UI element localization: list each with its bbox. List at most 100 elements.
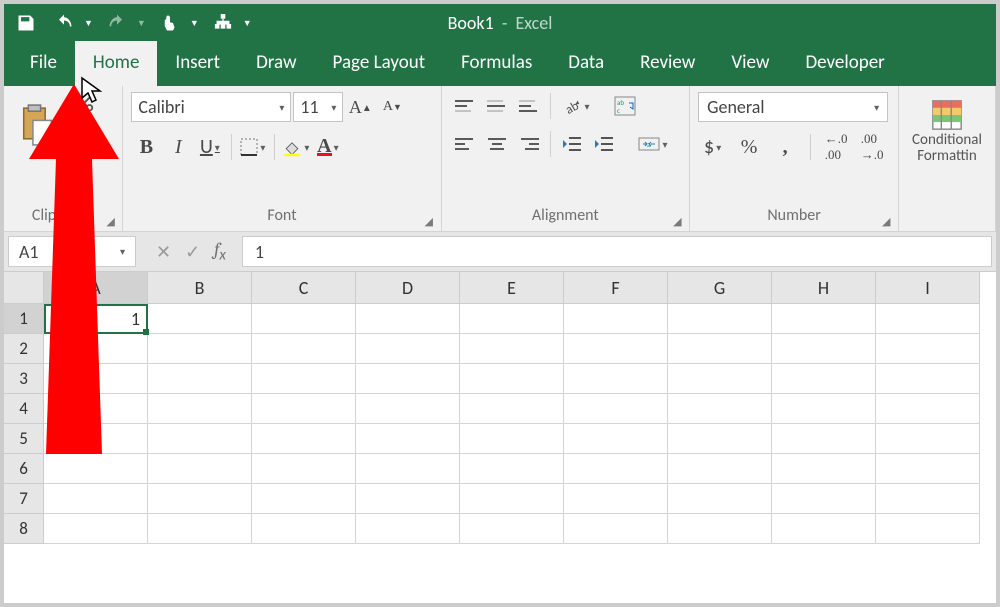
- cell[interactable]: [356, 514, 460, 544]
- cell[interactable]: [460, 304, 564, 334]
- tab-formulas[interactable]: Formulas: [443, 41, 550, 86]
- cell[interactable]: [564, 304, 668, 334]
- cell[interactable]: [44, 424, 148, 454]
- column-header-A[interactable]: A: [44, 272, 148, 304]
- save-button[interactable]: [12, 9, 40, 37]
- cell[interactable]: [772, 334, 876, 364]
- cell[interactable]: [252, 424, 356, 454]
- increase-font-button[interactable]: A▲: [345, 92, 375, 122]
- undo-dropdown[interactable]: ▼: [84, 18, 93, 29]
- column-header-B[interactable]: B: [148, 272, 252, 304]
- cell[interactable]: [876, 304, 980, 334]
- cell-A1[interactable]: 1: [44, 304, 148, 334]
- row-header-4[interactable]: 4: [4, 394, 44, 424]
- percent-format-button[interactable]: %: [734, 132, 764, 162]
- tab-home[interactable]: Home: [75, 41, 158, 86]
- row-header-3[interactable]: 3: [4, 364, 44, 394]
- decrease-indent-button[interactable]: [557, 131, 587, 157]
- bold-button[interactable]: B: [131, 132, 161, 162]
- row-header-1[interactable]: 1: [4, 304, 44, 334]
- column-header-I[interactable]: I: [876, 272, 980, 304]
- cell[interactable]: [252, 364, 356, 394]
- align-bottom-button[interactable]: [514, 92, 544, 120]
- cell[interactable]: [148, 364, 252, 394]
- cell[interactable]: [460, 454, 564, 484]
- cell[interactable]: [44, 514, 148, 544]
- column-header-H[interactable]: H: [772, 272, 876, 304]
- column-header-F[interactable]: F: [564, 272, 668, 304]
- cell[interactable]: [772, 424, 876, 454]
- select-all-corner[interactable]: [4, 272, 44, 304]
- cut-button[interactable]: [66, 92, 101, 118]
- paste-button[interactable]: ▾: [12, 92, 60, 170]
- tab-review[interactable]: Review: [622, 41, 713, 86]
- cell[interactable]: [772, 364, 876, 394]
- comma-format-button[interactable]: ,: [770, 132, 800, 162]
- cell[interactable]: [876, 514, 980, 544]
- cell[interactable]: [772, 484, 876, 514]
- cell[interactable]: [564, 334, 668, 364]
- increase-indent-button[interactable]: [589, 131, 619, 157]
- cell[interactable]: [356, 484, 460, 514]
- row-header-8[interactable]: 8: [4, 514, 44, 544]
- cell[interactable]: [356, 364, 460, 394]
- touch-mode-button[interactable]: [156, 9, 184, 37]
- number-dialog-launcher[interactable]: ◢: [882, 215, 896, 229]
- cell[interactable]: [876, 454, 980, 484]
- copy-button[interactable]: ▾: [66, 124, 101, 150]
- font-dialog-launcher[interactable]: ◢: [425, 215, 439, 229]
- cell[interactable]: [148, 304, 252, 334]
- cell[interactable]: [356, 304, 460, 334]
- cell[interactable]: [44, 364, 148, 394]
- font-size-select[interactable]: 11▾: [293, 92, 343, 122]
- cell[interactable]: [564, 484, 668, 514]
- tab-file[interactable]: File: [12, 41, 75, 86]
- format-painter-button[interactable]: [66, 156, 101, 182]
- align-center-button[interactable]: [482, 130, 512, 158]
- redo-button[interactable]: [103, 9, 131, 37]
- decrease-font-button[interactable]: A▼: [377, 92, 407, 122]
- alignment-dialog-launcher[interactable]: ◢: [673, 215, 687, 229]
- org-chart-button[interactable]: [209, 9, 237, 37]
- cell[interactable]: [460, 424, 564, 454]
- align-top-button[interactable]: [450, 92, 480, 120]
- qat-customize[interactable]: ▼: [243, 18, 252, 29]
- borders-button[interactable]: ▾: [238, 132, 268, 162]
- cell[interactable]: [668, 334, 772, 364]
- column-header-D[interactable]: D: [356, 272, 460, 304]
- cell[interactable]: [356, 334, 460, 364]
- cell[interactable]: [772, 304, 876, 334]
- cell[interactable]: [772, 514, 876, 544]
- cell[interactable]: [668, 514, 772, 544]
- touch-dropdown[interactable]: ▼: [190, 18, 199, 29]
- cell[interactable]: [44, 484, 148, 514]
- cell[interactable]: [460, 484, 564, 514]
- cell[interactable]: [460, 514, 564, 544]
- cell[interactable]: [876, 364, 980, 394]
- name-box[interactable]: A1▾: [8, 236, 136, 267]
- cell[interactable]: [668, 424, 772, 454]
- cell[interactable]: [252, 454, 356, 484]
- cell[interactable]: [252, 304, 356, 334]
- align-right-button[interactable]: [514, 130, 544, 158]
- enter-formula-button[interactable]: ✓: [185, 241, 200, 263]
- tab-developer[interactable]: Developer: [787, 41, 902, 86]
- cancel-formula-button[interactable]: ✕: [156, 241, 171, 263]
- cell[interactable]: [460, 334, 564, 364]
- tab-view[interactable]: View: [713, 41, 787, 86]
- conditional-formatting-button[interactable]: ConditionalFormattin: [907, 92, 987, 170]
- row-header-6[interactable]: 6: [4, 454, 44, 484]
- align-left-button[interactable]: [450, 130, 480, 158]
- orientation-button[interactable]: ab ▾: [557, 93, 595, 119]
- column-header-G[interactable]: G: [668, 272, 772, 304]
- underline-button[interactable]: U▾: [195, 132, 225, 162]
- cell[interactable]: [564, 454, 668, 484]
- insert-function-button[interactable]: fx: [214, 239, 226, 265]
- cell[interactable]: [148, 514, 252, 544]
- font-color-button[interactable]: A ▾: [313, 132, 343, 162]
- cell[interactable]: [668, 484, 772, 514]
- cell[interactable]: [252, 484, 356, 514]
- accounting-format-button[interactable]: $▾: [698, 132, 728, 162]
- align-middle-button[interactable]: [482, 92, 512, 120]
- cell[interactable]: [148, 424, 252, 454]
